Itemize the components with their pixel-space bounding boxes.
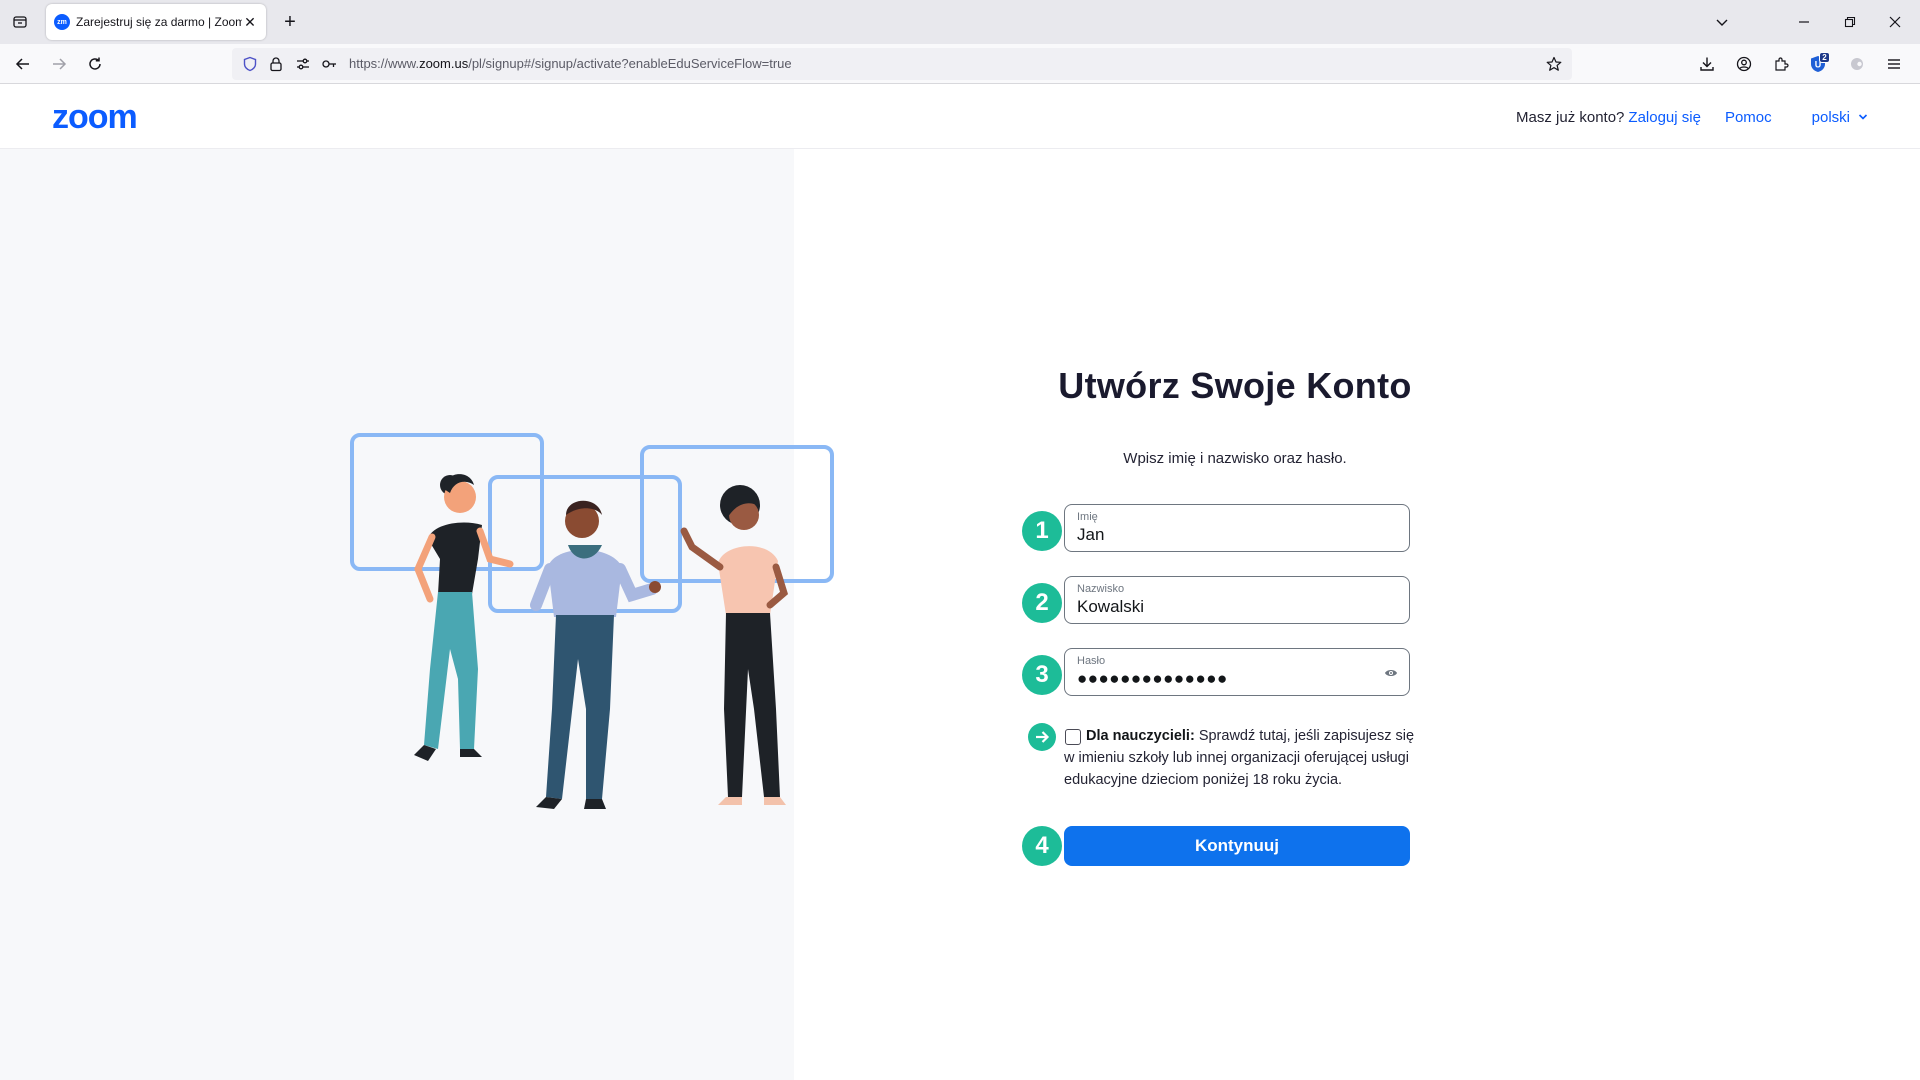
chevron-down-icon: [1858, 114, 1868, 120]
zoom-favicon-icon: zm: [54, 14, 70, 30]
login-link[interactable]: Zaloguj się: [1628, 109, 1701, 126]
downloads-icon[interactable]: [1693, 50, 1721, 78]
first-name-label: Imię: [1077, 511, 1098, 523]
continue-button[interactable]: Kontynuuj: [1064, 826, 1410, 866]
browser-tab-bar: zm Zarejestruj się za darmo | Zoom ✕ +: [0, 0, 1920, 44]
bookmark-star-icon[interactable]: [1544, 54, 1564, 74]
reload-icon[interactable]: [81, 50, 109, 78]
illustration-panel: [0, 149, 834, 1080]
site-header: zoom Masz już konto? Zaloguj się Pomoc p…: [0, 85, 1920, 149]
extension-badge: 2: [1819, 52, 1830, 63]
close-tab-icon[interactable]: ✕: [242, 14, 258, 30]
password-label: Hasło: [1077, 655, 1106, 667]
ai-extension-icon[interactable]: [1843, 50, 1871, 78]
shield-extension-icon[interactable]: U 2: [1804, 50, 1832, 78]
password-field[interactable]: Hasło ●●●●●●●●●●●●●●: [1064, 648, 1410, 696]
lock-icon[interactable]: [266, 54, 286, 74]
page-subtitle: Wpisz imię i nazwisko oraz hasło.: [1123, 450, 1347, 467]
list-all-tabs-chevron-icon[interactable]: [1708, 8, 1736, 36]
url-host: zoom.us: [419, 56, 469, 71]
first-name-field[interactable]: Imię: [1064, 504, 1410, 552]
close-window-icon[interactable]: [1881, 8, 1909, 36]
language-label: polski: [1811, 108, 1850, 126]
zoom-logo[interactable]: zoom: [52, 98, 168, 140]
teacher-notice: Dla nauczycieli: Sprawdź tutaj, jeśli za…: [1064, 725, 1424, 791]
restore-window-icon[interactable]: [1836, 8, 1864, 36]
url-text[interactable]: https://www.zoom.us/pl/signup#/signup/ac…: [349, 56, 792, 71]
account-question: Masz już konto?: [1516, 108, 1625, 126]
step-3-badge: 3: [1022, 655, 1062, 695]
new-tab-plus-icon[interactable]: +: [278, 10, 302, 34]
logo-text: zoom: [52, 99, 137, 135]
address-bar[interactable]: https://www.zoom.us/pl/signup#/signup/ac…: [232, 48, 1572, 80]
key-icon[interactable]: [319, 54, 339, 74]
tracking-protection-shield-icon[interactable]: [240, 54, 260, 74]
last-name-input[interactable]: [1077, 597, 1377, 617]
header-actions: Masz już konto? Zaloguj się Pomoc polski: [1516, 85, 1868, 149]
teacher-notice-bold: Dla nauczycieli:: [1086, 728, 1195, 744]
signup-form: Utwórz Swoje Konto Wpisz imię i nazwisko…: [1020, 149, 1450, 1049]
page-title: Utwórz Swoje Konto: [1058, 365, 1412, 406]
show-password-eye-icon[interactable]: [1383, 665, 1399, 681]
step-2-badge: 2: [1022, 583, 1062, 623]
password-masked-value[interactable]: ●●●●●●●●●●●●●●: [1077, 669, 1228, 689]
language-selector[interactable]: polski: [1812, 109, 1868, 126]
extensions-puzzle-icon[interactable]: [1767, 50, 1795, 78]
help-link[interactable]: Pomoc: [1725, 109, 1772, 126]
forward-arrow-icon[interactable]: [45, 50, 73, 78]
step-1-badge: 1: [1022, 511, 1062, 551]
hamburger-menu-icon[interactable]: [1880, 50, 1908, 78]
arrow-right-icon: [1028, 723, 1056, 751]
browser-tab-active[interactable]: zm Zarejestruj się za darmo | Zoom ✕: [46, 4, 266, 40]
url-prefix: https://www.: [349, 56, 420, 71]
account-icon[interactable]: [1730, 50, 1758, 78]
step-4-badge: 4: [1022, 826, 1062, 866]
tab-list-icon[interactable]: [8, 10, 32, 34]
last-name-label: Nazwisko: [1077, 583, 1125, 595]
url-path: /pl/signup#/signup/activate?enableEduSer…: [468, 56, 792, 71]
back-arrow-icon[interactable]: [9, 50, 37, 78]
last-name-field[interactable]: Nazwisko: [1064, 576, 1410, 624]
permissions-icon[interactable]: [293, 54, 313, 74]
minimize-window-icon[interactable]: [1790, 8, 1818, 36]
first-name-input[interactable]: [1077, 525, 1377, 545]
browser-navigation-bar: https://www.zoom.us/pl/signup#/signup/ac…: [0, 44, 1920, 84]
people-video-frames-illustration: [350, 433, 834, 809]
tab-title: Zarejestruj się za darmo | Zoom: [76, 15, 242, 29]
